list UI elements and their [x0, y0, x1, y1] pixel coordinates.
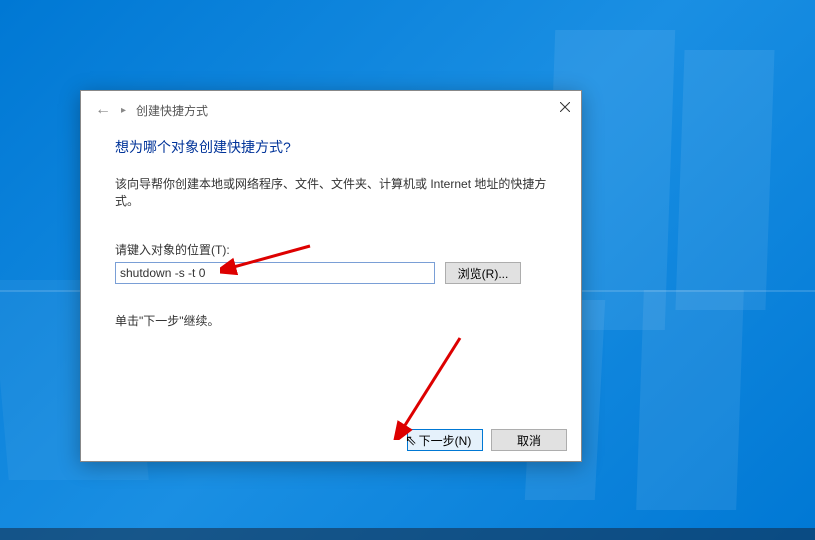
location-input-row: 浏览(R)... [115, 262, 547, 284]
dialog-heading: 想为哪个对象创建快捷方式? [115, 137, 547, 157]
back-arrow-icon[interactable]: ← [95, 101, 111, 119]
dialog-button-row: 下一步(N) 取消 [407, 429, 567, 451]
breadcrumb-text: 创建快捷方式 [136, 102, 208, 119]
taskbar[interactable] [0, 528, 815, 540]
next-button[interactable]: 下一步(N) [407, 429, 483, 451]
chevron-icon: ▸ [121, 105, 126, 116]
location-label: 请键入对象的位置(T): [115, 241, 547, 258]
browse-button[interactable]: 浏览(R)... [445, 262, 521, 284]
breadcrumb-bar: ← ▸ 创建快捷方式 [81, 91, 581, 119]
hint-text: 单击"下一步"继续。 [115, 312, 547, 329]
create-shortcut-dialog: ← ▸ 创建快捷方式 想为哪个对象创建快捷方式? 该向导帮你创建本地或网络程序、… [80, 90, 582, 462]
location-input[interactable] [115, 262, 435, 284]
close-button[interactable] [555, 97, 575, 117]
cancel-button[interactable]: 取消 [491, 429, 567, 451]
dialog-description: 该向导帮你创建本地或网络程序、文件、文件夹、计算机或 Internet 地址的快… [115, 175, 547, 209]
dialog-content: 想为哪个对象创建快捷方式? 该向导帮你创建本地或网络程序、文件、文件夹、计算机或… [81, 119, 581, 329]
close-icon [560, 102, 570, 112]
